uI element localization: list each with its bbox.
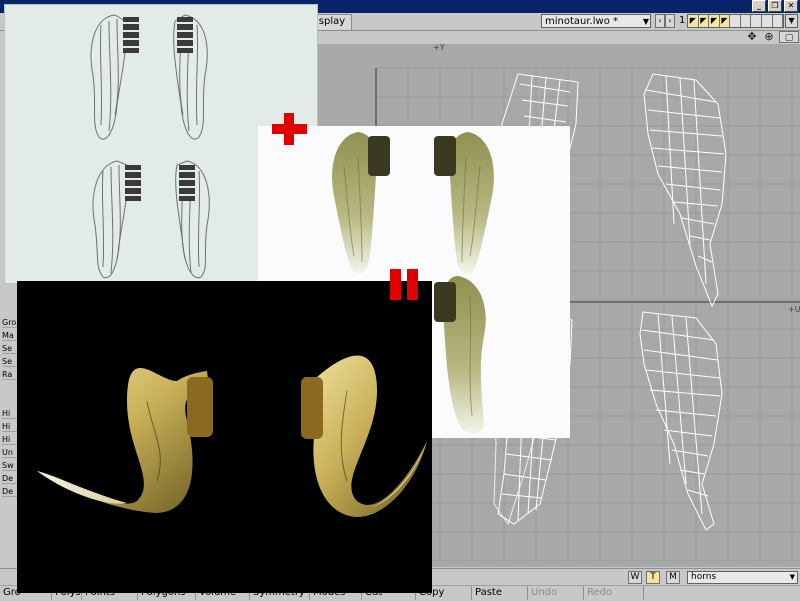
next-object-button[interactable]: › <box>665 14 675 28</box>
tool-item[interactable]: Ra <box>2 369 18 380</box>
texture-mode-button[interactable]: T <box>646 571 660 584</box>
equals-icon <box>390 269 418 300</box>
tool-item[interactable]: Se <box>2 356 18 367</box>
layer-5-button[interactable] <box>730 15 741 27</box>
layer-7-button[interactable] <box>751 15 762 27</box>
prev-object-button[interactable]: ‹ <box>655 14 665 28</box>
layer-2-button[interactable]: ◤ <box>698 15 710 27</box>
tool-item[interactable]: Hi <box>2 421 18 432</box>
tool-panel: Gro Ma Se Se Ra Hi Hi Hi Un Sw De De <box>0 310 18 570</box>
layer-1-button[interactable]: ◤ <box>688 15 699 27</box>
view-label: +Y <box>433 44 445 52</box>
layer-6-button[interactable] <box>740 15 752 27</box>
chevron-down-icon: ▼ <box>642 17 649 26</box>
axis-label-u: +U <box>788 305 800 314</box>
rendered-horns-image <box>17 281 432 593</box>
tab-display[interactable]: isplay <box>313 14 353 31</box>
layer-4-button[interactable]: ◤ <box>719 15 731 27</box>
move-view-icon[interactable]: ✥ <box>745 31 759 43</box>
morph-mode-button[interactable]: M <box>666 571 680 584</box>
layer-9-button[interactable] <box>772 15 784 27</box>
layer-number: 1 <box>679 15 686 26</box>
layer-menu-button[interactable]: ▼ <box>785 14 798 28</box>
plus-icon <box>272 113 307 145</box>
chevron-down-icon: ▼ <box>789 573 795 581</box>
tool-item[interactable]: Sw <box>2 460 18 471</box>
tool-item[interactable]: De <box>2 473 18 484</box>
layer-bank: ◤ ◤ ◤ ◤ <box>687 14 784 28</box>
tool-item[interactable]: Hi <box>2 408 18 419</box>
layer-8-button[interactable] <box>761 15 773 27</box>
window-controls: _ ❐ ✕ <box>752 0 798 13</box>
tool-item[interactable]: Ma <box>2 330 18 341</box>
rotate-view-icon[interactable]: ⊕ <box>762 31 776 43</box>
cmd-redo[interactable]: Redo <box>584 586 644 600</box>
surface-selector[interactable]: horns ▼ <box>687 571 798 584</box>
tool-item[interactable]: Hi <box>2 434 18 445</box>
cmd-undo[interactable]: Undo <box>528 586 584 600</box>
tool-item[interactable]: Un <box>2 447 18 458</box>
cmd-paste[interactable]: Paste <box>472 586 528 600</box>
surface-selector-value: horns <box>691 572 717 582</box>
object-selector[interactable]: minotaur.lwo * ▼ <box>541 14 651 28</box>
minimize-button[interactable]: _ <box>752 0 766 12</box>
layer-3-button[interactable]: ◤ <box>709 15 720 27</box>
tool-item[interactable]: Gro <box>2 317 18 328</box>
tool-item[interactable]: De <box>2 486 18 497</box>
weight-mode-button[interactable]: W <box>628 571 642 584</box>
tool-item[interactable]: Se <box>2 343 18 354</box>
restore-button[interactable]: ❐ <box>768 0 782 12</box>
maximize-view-button[interactable]: ▢ <box>779 31 799 43</box>
close-button[interactable]: ✕ <box>784 0 798 12</box>
object-selector-value: minotaur.lwo * <box>545 16 618 27</box>
